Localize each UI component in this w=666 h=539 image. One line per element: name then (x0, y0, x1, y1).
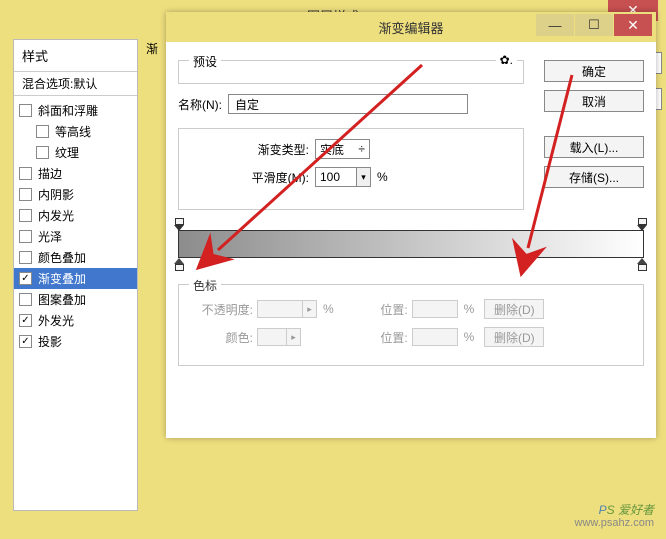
style-label: 光泽 (38, 228, 62, 245)
color-row: 颜色: ▸ % 位置: % 删除(D) (189, 327, 633, 347)
style-label: 纹理 (55, 144, 79, 161)
ok-button[interactable]: 确定 (544, 60, 644, 82)
chevron-updown-icon: ÷ (358, 142, 365, 156)
styles-panel: 样式 混合选项:默认 斜面和浮雕等高线纹理描边内阴影内发光光泽颜色叠加渐变叠加图… (13, 39, 138, 511)
smoothness-spinner: ▾ (315, 167, 371, 187)
position-label-1: 位置: (354, 301, 408, 318)
smoothness-row: 平滑度(M): ▾ % (189, 167, 513, 187)
style-label: 外发光 (38, 312, 74, 329)
style-label: 颜色叠加 (38, 249, 86, 266)
style-checkbox[interactable] (19, 314, 32, 327)
inner-window-buttons: — ☐ ✕ (535, 14, 652, 36)
style-checkbox[interactable] (36, 125, 49, 138)
preset-fieldset: 预设 ✿. (178, 60, 524, 84)
style-checkbox[interactable] (19, 167, 32, 180)
style-label: 描边 (38, 165, 62, 182)
style-item[interactable]: 颜色叠加 (14, 247, 137, 268)
preset-legend: 预设 (189, 53, 221, 70)
style-item[interactable]: 外发光 (14, 310, 137, 331)
style-checkbox[interactable] (36, 146, 49, 159)
percent-label: % (377, 170, 388, 184)
stops-fieldset: 色标 不透明度: ▸ % 位置: % 删除(D) 颜色: ▸ % 位置: % 删… (178, 284, 644, 366)
style-label: 内发光 (38, 207, 74, 224)
smoothness-step-button[interactable]: ▾ (357, 167, 371, 187)
style-item[interactable]: 渐变叠加 (14, 268, 137, 289)
gradient-type-select[interactable]: 实底 ÷ (315, 139, 370, 159)
gradient-bar[interactable] (178, 230, 644, 258)
name-label: 名称(N): (178, 96, 222, 113)
color-stop-right[interactable] (637, 258, 648, 271)
percent-label-2: % (323, 302, 334, 316)
style-checkbox[interactable] (19, 335, 32, 348)
inner-titlebar[interactable]: 渐变编辑器 — ☐ ✕ (166, 12, 656, 42)
style-item[interactable]: 内阴影 (14, 184, 137, 205)
position-input-1 (412, 300, 458, 318)
style-item[interactable]: 内发光 (14, 205, 137, 226)
style-checkbox[interactable] (19, 230, 32, 243)
gradient-bar-wrap (178, 230, 644, 258)
style-item[interactable]: 斜面和浮雕 (14, 100, 137, 121)
inner-title: 渐变编辑器 (378, 18, 443, 37)
name-input[interactable] (228, 94, 468, 114)
opacity-label: 不透明度: (189, 301, 253, 318)
style-checkbox[interactable] (19, 251, 32, 264)
style-item[interactable]: 图案叠加 (14, 289, 137, 310)
color-picker-icon: ▸ (287, 328, 301, 346)
smoothness-input[interactable] (315, 167, 357, 187)
style-label: 图案叠加 (38, 291, 86, 308)
delete-button-2: 删除(D) (484, 327, 544, 347)
style-label: 投影 (38, 333, 62, 350)
style-item[interactable]: 纹理 (14, 142, 137, 163)
opacity-step-icon: ▸ (303, 300, 317, 318)
smoothness-label: 平滑度(M): (225, 169, 309, 186)
position-input-2 (412, 328, 458, 346)
watermark-url: www.psahz.com (575, 517, 654, 529)
save-button[interactable]: 存储(S)... (544, 166, 644, 188)
position-label-2: 位置: (354, 329, 408, 346)
style-label: 等高线 (55, 123, 91, 140)
opacity-row: 不透明度: ▸ % 位置: % 删除(D) (189, 299, 633, 319)
styles-list: 斜面和浮雕等高线纹理描边内阴影内发光光泽颜色叠加渐变叠加图案叠加外发光投影 (14, 96, 137, 356)
style-checkbox[interactable] (19, 272, 32, 285)
style-checkbox[interactable] (19, 188, 32, 201)
style-item[interactable]: 描边 (14, 163, 137, 184)
style-item[interactable]: 投影 (14, 331, 137, 352)
opacity-stop-right[interactable] (637, 218, 648, 229)
gradient-type-value: 实底 (320, 141, 344, 158)
color-swatch (257, 328, 287, 346)
style-label: 渐变叠加 (38, 270, 86, 287)
styles-header: 样式 (14, 40, 137, 71)
right-buttons: 确定 取消 载入(L)... 存储(S)... (544, 60, 644, 196)
gradient-type-fieldset: 渐变类型: 实底 ÷ 平滑度(M): ▾ % (178, 128, 524, 210)
gradient-type-row: 渐变类型: 实底 ÷ (189, 139, 513, 159)
gradient-editor-window: 渐变编辑器 — ☐ ✕ 确定 取消 载入(L)... 存储(S)... 预设 ✿… (166, 12, 656, 438)
gradient-type-label: 渐变类型: (225, 141, 309, 158)
close-button[interactable]: ✕ (614, 14, 652, 36)
blending-options-label[interactable]: 混合选项:默认 (14, 71, 137, 96)
style-label: 内阴影 (38, 186, 74, 203)
opacity-input (257, 300, 303, 318)
cancel-button[interactable]: 取消 (544, 90, 644, 112)
inner-body: 确定 取消 载入(L)... 存储(S)... 预设 ✿. 名称(N): 渐变类… (166, 42, 656, 438)
style-item[interactable]: 等高线 (14, 121, 137, 142)
color-label: 颜色: (189, 329, 253, 346)
color-stop-left[interactable] (174, 258, 185, 271)
minimize-button[interactable]: — (536, 14, 574, 36)
load-button[interactable]: 载入(L)... (544, 136, 644, 158)
preset-gear-icon[interactable]: ✿. (496, 53, 517, 67)
percent-label-4: % (464, 330, 475, 344)
stops-legend: 色标 (189, 277, 221, 294)
percent-label-3: % (464, 302, 475, 316)
style-item[interactable]: 光泽 (14, 226, 137, 247)
style-checkbox[interactable] (19, 209, 32, 222)
maximize-button[interactable]: ☐ (575, 14, 613, 36)
opacity-stop-left[interactable] (174, 218, 185, 229)
style-checkbox[interactable] (19, 104, 32, 117)
watermark: PS PS 爱好者爱好者 www.psahz.com (575, 504, 654, 529)
style-checkbox[interactable] (19, 293, 32, 306)
delete-button-1: 删除(D) (484, 299, 544, 319)
style-label: 斜面和浮雕 (38, 102, 98, 119)
